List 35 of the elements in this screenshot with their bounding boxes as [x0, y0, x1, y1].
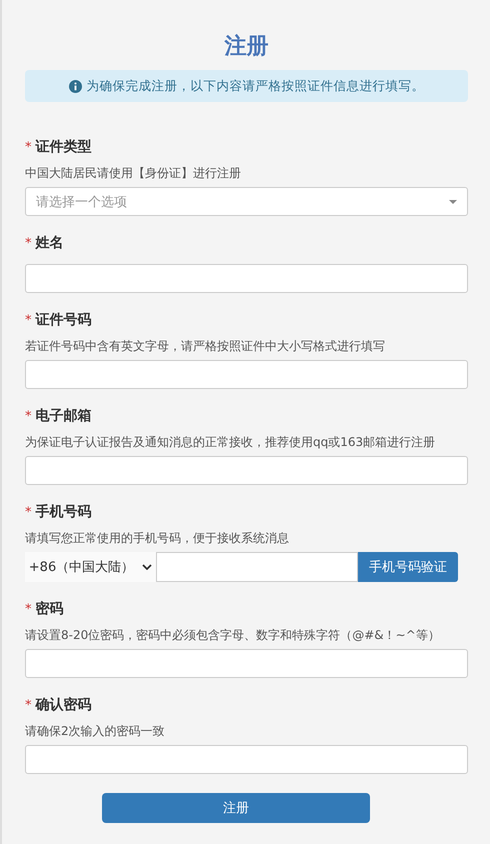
required-mark: *	[25, 236, 32, 250]
input-field[interactable]	[25, 649, 468, 678]
field-hint: 请确保2次输入的密码一致	[25, 723, 166, 740]
required-mark: *	[25, 698, 32, 712]
field-hint: 请填写您正常使用的手机号码，便于接收系统消息	[25, 530, 290, 547]
required-mark: *	[25, 504, 32, 520]
required-mark: *	[25, 312, 32, 328]
field-label: 电子邮箱	[36, 407, 92, 425]
field-hint: 为保证电子认证报告及通知消息的正常接收，推荐使用qq或163邮箱进行注册	[25, 434, 436, 451]
register-button[interactable]: 注册	[102, 793, 370, 823]
verify-button[interactable]: 手机号码验证	[358, 552, 458, 582]
country-code-select[interactable]: +86（中国大陆）	[25, 552, 156, 582]
input-field[interactable]	[25, 264, 468, 293]
field-label: 密码	[36, 600, 64, 618]
field-label: 手机号码	[36, 503, 92, 521]
field-label: 证件号码	[36, 311, 92, 329]
caret-icon	[449, 200, 457, 204]
input-field[interactable]	[25, 360, 468, 389]
page-title: 注册	[223, 33, 270, 61]
field-hint: 请设置8-20位密码，密码中必须包含字母、数字和特殊字符（@#&！~^等）	[25, 627, 441, 644]
input-field[interactable]	[156, 552, 358, 582]
required-mark: *	[25, 408, 32, 424]
select-field[interactable]: 请选择一个选项	[25, 187, 468, 216]
field-hint: 若证件号码中含有英文字母，请严格按照证件中大小写格式进行填写	[25, 338, 386, 355]
field-hint: 中国大陆居民请使用【身份证】进行注册	[25, 165, 242, 182]
input-field[interactable]	[25, 456, 468, 485]
field-label: 证件类型	[36, 138, 92, 156]
chevron-icon	[142, 564, 152, 570]
info-icon	[68, 80, 82, 92]
required-mark: *	[25, 602, 32, 616]
notice-text: 为确保完成注册，以下内容请严格按照证件信息进行填写。	[86, 78, 424, 94]
field-label: 确认密码	[36, 696, 92, 714]
field-label: 姓名	[36, 234, 64, 252]
input-field[interactable]	[25, 745, 468, 774]
required-mark: *	[25, 140, 32, 154]
